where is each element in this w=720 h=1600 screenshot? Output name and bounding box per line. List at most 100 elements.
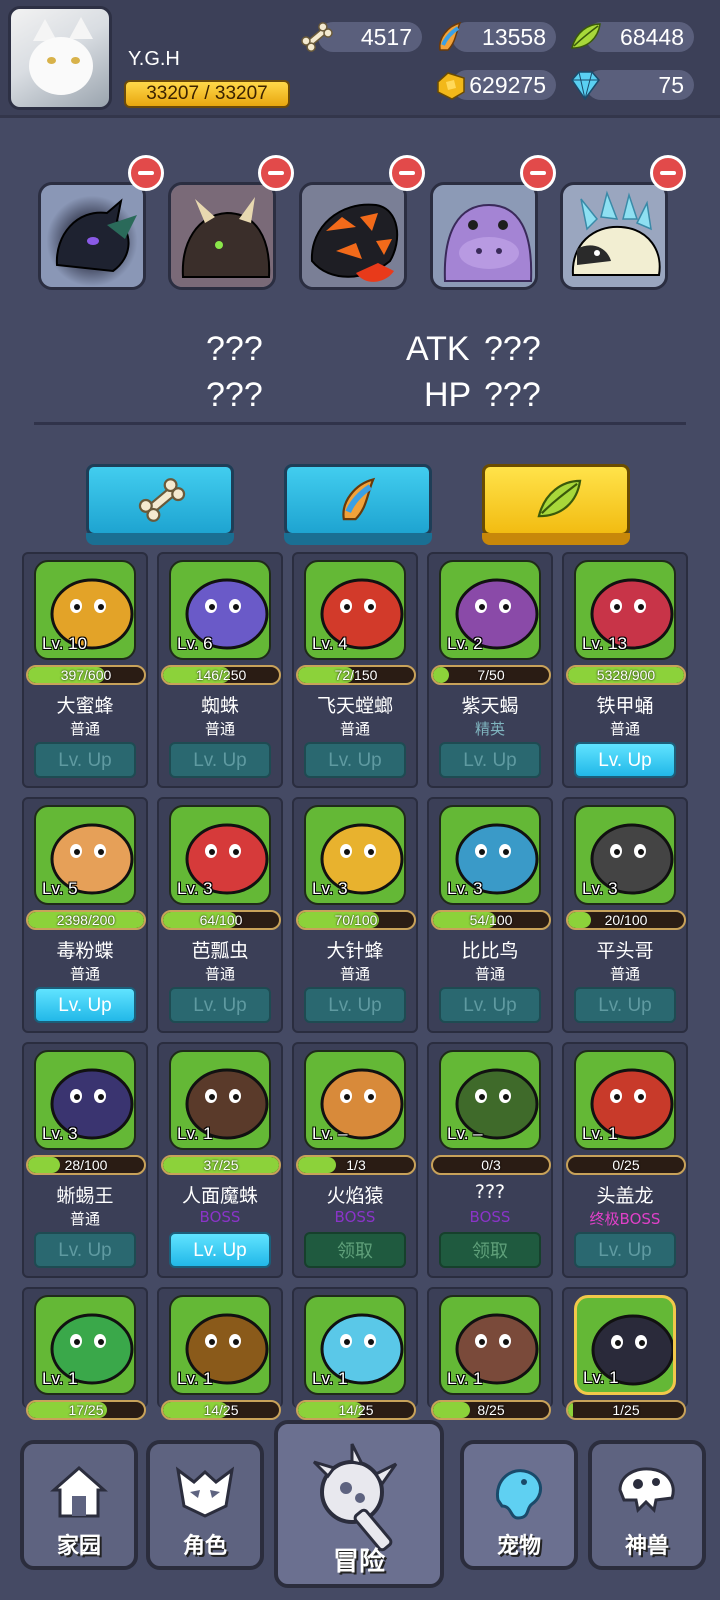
pet-portrait[interactable]: Lv. 13	[574, 560, 676, 660]
claim-button[interactable]: 领取	[439, 1232, 541, 1268]
pet-card[interactable]: Lv. 1 14/25	[157, 1287, 283, 1420]
pet-progress-text: 8/25	[477, 1402, 505, 1418]
pet-card[interactable]: Lv. 3 54/100 比比鸟 普通 Lv. Up	[427, 797, 553, 1033]
level-up-button[interactable]: Lv. Up	[34, 742, 136, 778]
pet-card[interactable]: Lv. 1 1/25	[562, 1287, 688, 1420]
pet-card[interactable]: Lv. 1 8/25	[427, 1287, 553, 1420]
horn-icon	[342, 477, 376, 521]
pet-portrait[interactable]: Lv. 2	[439, 560, 541, 660]
pet-portrait[interactable]: Lv. 6	[169, 560, 271, 660]
remove-slot-3-button[interactable]	[389, 155, 425, 191]
pet-portrait[interactable]: Lv. 1	[574, 1295, 676, 1395]
team-slot-1[interactable]	[38, 182, 146, 290]
pet-portrait[interactable]: Lv. 1	[34, 1295, 136, 1395]
pet-level: Lv. 10	[42, 634, 88, 653]
pet-portrait[interactable]: Lv. 1	[169, 1295, 271, 1395]
pet-rarity: 精英	[474, 720, 505, 738]
claim-button[interactable]: 领取	[304, 1232, 406, 1268]
level-up-button[interactable]: Lv. Up	[439, 987, 541, 1023]
nav-adventure[interactable]: 冒险	[274, 1420, 444, 1588]
pet-portrait[interactable]: Lv. 10	[34, 560, 136, 660]
pet-progress-bar: 72/150	[296, 665, 416, 685]
pet-card[interactable]: Lv. 3 28/100 蜥蜴王 普通 Lv. Up	[22, 1042, 148, 1278]
pet-card[interactable]: Lv. 3 64/100 芭瓢虫 普通 Lv. Up	[157, 797, 283, 1033]
pet-portrait[interactable]: Lv. 3	[439, 805, 541, 905]
team-slot-4[interactable]	[430, 182, 538, 290]
avatar[interactable]	[8, 6, 112, 110]
pet-rarity: 普通	[204, 720, 235, 738]
level-up-button[interactable]: Lv. Up	[34, 987, 136, 1023]
level-up-button[interactable]: Lv. Up	[304, 742, 406, 778]
pet-portrait[interactable]: Lv. 1	[574, 1050, 676, 1150]
team-slot-3[interactable]	[299, 182, 407, 290]
pet-card[interactable]: Lv. 4 72/150 飞天螳螂 普通 Lv. Up	[292, 552, 418, 788]
nav-home[interactable]: 家园	[20, 1440, 138, 1570]
level-up-button[interactable]: Lv. Up	[169, 742, 271, 778]
atk-value: ???	[484, 330, 541, 368]
pet-progress-text: 0/25	[612, 1157, 640, 1173]
gem-icon	[571, 71, 600, 101]
filter-bone-tab[interactable]	[86, 464, 234, 545]
pet-card[interactable]: Lv. – 0/3??? BOSS 领取	[427, 1042, 553, 1278]
pet-portrait[interactable]: Lv. 1	[304, 1295, 406, 1395]
pet-card[interactable]: Lv. 3 70/100 大针蜂 普通 Lv. Up	[292, 797, 418, 1033]
pet-card[interactable]: Lv. 3 20/100 平头哥 普通 Lv. Up	[562, 797, 688, 1033]
pet-portrait[interactable]: Lv. 1	[439, 1295, 541, 1395]
pet-progress-text: 0/3	[481, 1157, 501, 1173]
pet-card[interactable]: Lv. 1 14/25	[292, 1287, 418, 1420]
pet-progress-bar: 1/25	[566, 1400, 686, 1420]
atk-label: ATK	[406, 330, 470, 368]
pet-portrait[interactable]: Lv. 3	[304, 805, 406, 905]
level-up-button[interactable]: Lv. Up	[574, 742, 676, 778]
pet-portrait[interactable]: Lv. 5	[34, 805, 136, 905]
pet-progress-bar: 64/100	[161, 910, 281, 930]
pet-portrait[interactable]: Lv. 1	[169, 1050, 271, 1150]
pet-card[interactable]: Lv. 10 397/600 大蜜蜂 普通 Lv. Up	[22, 552, 148, 788]
pet-card[interactable]: Lv. 5 2398/200 毒粉蝶 普通 Lv. Up	[22, 797, 148, 1033]
pet-card[interactable]: Lv. 6 146/250 蜘蛛 普通 Lv. Up	[157, 552, 283, 788]
team-slot-5[interactable]	[560, 182, 668, 290]
level-up-button[interactable]: Lv. Up	[574, 987, 676, 1023]
pet-card[interactable]: Lv. – 1/3 火焰猿 BOSS 领取	[292, 1042, 418, 1278]
nav-pet-label: 宠物	[496, 1534, 541, 1559]
pet-portrait[interactable]: Lv. 3	[169, 805, 271, 905]
nav-pet[interactable]: 宠物	[460, 1440, 578, 1570]
level-up-button[interactable]: Lv. Up	[169, 1232, 271, 1268]
level-up-button[interactable]: Lv. Up	[304, 987, 406, 1023]
pet-card[interactable]: Lv. 2 7/50 紫天蝎 精英 Lv. Up	[427, 552, 553, 788]
pet-progress-bar: 1/3	[296, 1155, 416, 1175]
hp-label: HP	[424, 376, 472, 414]
pet-progress-text: 72/150	[334, 667, 378, 683]
pet-portrait[interactable]: Lv. –	[304, 1050, 406, 1150]
remove-slot-2-button[interactable]	[258, 155, 294, 191]
lava-salamander-icon	[310, 203, 399, 282]
team-slot-2[interactable]	[168, 182, 276, 290]
filter-horn-tab[interactable]	[284, 464, 432, 545]
pet-progress-text: 14/25	[203, 1402, 239, 1418]
remove-slot-4-button[interactable]	[520, 155, 556, 191]
pet-progress-text: 20/100	[604, 912, 648, 928]
nav-home-label: 家园	[56, 1534, 101, 1559]
pet-progress-bar: 0/3	[431, 1155, 551, 1175]
pet-card[interactable]: Lv. 1 17/25	[22, 1287, 148, 1420]
pet-card[interactable]: Lv. 1 0/25 头盖龙 终极BOSS Lv. Up	[562, 1042, 688, 1278]
pet-portrait[interactable]: Lv. 3	[574, 805, 676, 905]
pet-card[interactable]: Lv. 13 5328/900 铁甲蛹 普通 Lv. Up	[562, 552, 688, 788]
level-up-button[interactable]: Lv. Up	[34, 1232, 136, 1268]
pet-progress-bar: 14/25	[296, 1400, 416, 1420]
pet-portrait[interactable]: Lv. –	[439, 1050, 541, 1150]
pet-name: 蜥蜴王	[56, 1185, 114, 1207]
filter-leaf-tab[interactable]	[482, 464, 630, 545]
remove-slot-1-button[interactable]	[128, 155, 164, 191]
pet-level: Lv. 3	[42, 1124, 78, 1143]
nav-role[interactable]: 角色	[146, 1440, 264, 1570]
remove-slot-5-button[interactable]	[650, 155, 686, 191]
level-up-button[interactable]: Lv. Up	[169, 987, 271, 1023]
pet-portrait[interactable]: Lv. 4	[304, 560, 406, 660]
pet-card[interactable]: Lv. 1 37/25 人面魔蛛 BOSS Lv. Up	[157, 1042, 283, 1278]
level-up-button[interactable]: Lv. Up	[574, 1232, 676, 1268]
nav-divine-beast[interactable]: 神兽	[588, 1440, 706, 1570]
level-up-button[interactable]: Lv. Up	[439, 742, 541, 778]
pet-level: Lv. 1	[582, 1124, 618, 1143]
pet-portrait[interactable]: Lv. 3	[34, 1050, 136, 1150]
